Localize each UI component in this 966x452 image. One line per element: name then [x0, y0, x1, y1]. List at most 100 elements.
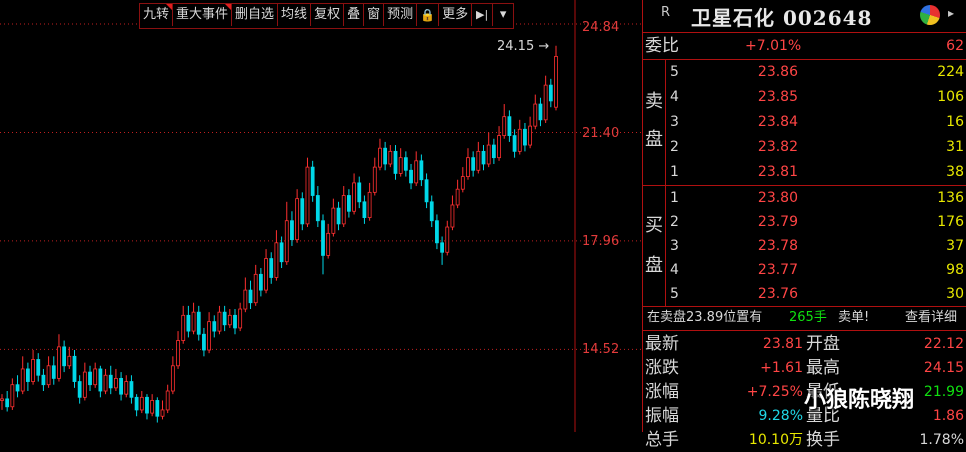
candle[interactable]: [321, 214, 325, 275]
candle[interactable]: [445, 220, 450, 256]
candle[interactable]: [315, 186, 320, 228]
candle[interactable]: [269, 252, 274, 284]
lock-icon[interactable]: 🔒: [417, 4, 440, 26]
candle[interactable]: [388, 145, 393, 168]
candle[interactable]: [170, 356, 175, 395]
candle[interactable]: [424, 173, 429, 209]
bid-row[interactable]: 3 23.78 37: [643, 234, 966, 258]
candle[interactable]: [346, 189, 351, 218]
candle[interactable]: [481, 145, 486, 171]
candle[interactable]: [62, 340, 67, 373]
candle[interactable]: [222, 305, 227, 332]
candle[interactable]: [103, 368, 108, 395]
candle[interactable]: [10, 378, 15, 410]
candle[interactable]: [523, 122, 527, 152]
candle[interactable]: [51, 356, 56, 385]
candle[interactable]: [435, 214, 439, 250]
remove-watchlist-button[interactable]: 删自选: [232, 4, 279, 26]
candle[interactable]: [181, 305, 186, 344]
candle[interactable]: [352, 173, 356, 215]
candle[interactable]: [378, 138, 382, 171]
candle[interactable]: [548, 78, 553, 108]
candle[interactable]: [450, 195, 455, 231]
candle[interactable]: [372, 157, 377, 196]
candle[interactable]: [186, 305, 191, 338]
candle[interactable]: [295, 189, 300, 243]
candle[interactable]: [77, 375, 82, 404]
candle[interactable]: [466, 148, 470, 180]
candle[interactable]: [455, 179, 460, 209]
candle[interactable]: [88, 365, 92, 392]
candle[interactable]: [538, 97, 543, 127]
candle[interactable]: [362, 195, 367, 224]
ask-row[interactable]: 2 23.82 31: [643, 135, 966, 160]
candle[interactable]: [124, 375, 129, 398]
adjust-rights-button[interactable]: 复权: [311, 4, 345, 26]
candle[interactable]: [543, 75, 548, 123]
candle[interactable]: [383, 141, 388, 171]
candle[interactable]: [41, 368, 46, 392]
candle[interactable]: [300, 192, 305, 231]
candle[interactable]: [72, 350, 77, 388]
chevron-right-icon[interactable]: ▸: [948, 6, 954, 20]
next-icon[interactable]: ▶|: [472, 4, 494, 26]
candle[interactable]: [202, 327, 206, 357]
candle[interactable]: [336, 201, 341, 231]
candle[interactable]: [419, 154, 424, 187]
moving-average-button[interactable]: 均线: [278, 4, 312, 26]
candle[interactable]: [357, 176, 362, 209]
bid-row[interactable]: 1 23.80 136: [643, 186, 966, 210]
candle[interactable]: [471, 151, 476, 177]
candle[interactable]: [491, 138, 496, 164]
candle[interactable]: [414, 151, 419, 187]
candlestick-chart[interactable]: [0, 0, 642, 432]
candle[interactable]: [108, 365, 113, 395]
candle[interactable]: [155, 397, 160, 423]
bid-row[interactable]: 2 23.79 176: [643, 210, 966, 234]
candle[interactable]: [310, 160, 315, 202]
candle[interactable]: [25, 362, 30, 392]
candle[interactable]: [98, 365, 103, 398]
view-details-link[interactable]: 查看详细: [905, 306, 957, 330]
window-button[interactable]: 窗: [364, 4, 385, 26]
candle[interactable]: [533, 94, 538, 130]
candle[interactable]: [207, 312, 212, 354]
candle[interactable]: [82, 362, 87, 401]
candle[interactable]: [129, 375, 134, 404]
ask-row[interactable]: 1 23.81 38: [643, 160, 966, 185]
pie-chart-icon[interactable]: [920, 5, 940, 25]
candle[interactable]: [238, 302, 243, 332]
candle[interactable]: [326, 223, 331, 259]
candle[interactable]: [36, 353, 41, 382]
chevron-down-icon[interactable]: ▾: [493, 4, 513, 26]
candle[interactable]: [134, 394, 139, 417]
candle[interactable]: [227, 309, 232, 328]
candle[interactable]: [554, 45, 558, 111]
candle[interactable]: [20, 356, 25, 395]
candle[interactable]: [393, 145, 398, 180]
candle[interactable]: [502, 104, 507, 139]
candle[interactable]: [176, 331, 180, 369]
forecast-button[interactable]: 预测: [384, 4, 418, 26]
candle[interactable]: [507, 110, 512, 142]
candle[interactable]: [476, 141, 481, 174]
candle[interactable]: [528, 116, 533, 149]
candle[interactable]: [341, 186, 346, 228]
candle[interactable]: [517, 119, 522, 155]
candle[interactable]: [212, 315, 217, 338]
ask-row[interactable]: 4 23.85 106: [643, 85, 966, 110]
candle[interactable]: [57, 334, 61, 382]
candle[interactable]: [233, 309, 237, 335]
candle[interactable]: [150, 394, 155, 417]
candle[interactable]: [139, 391, 144, 414]
candle[interactable]: [460, 167, 465, 193]
more-button[interactable]: 更多: [439, 4, 473, 26]
candle[interactable]: [243, 277, 248, 313]
candle[interactable]: [5, 391, 10, 412]
candle[interactable]: [497, 126, 501, 161]
candle[interactable]: [145, 394, 149, 420]
candle[interactable]: [165, 384, 170, 414]
candle[interactable]: [196, 305, 201, 341]
candle[interactable]: [403, 151, 408, 177]
jiuzhuan-button[interactable]: 九转: [140, 4, 174, 26]
